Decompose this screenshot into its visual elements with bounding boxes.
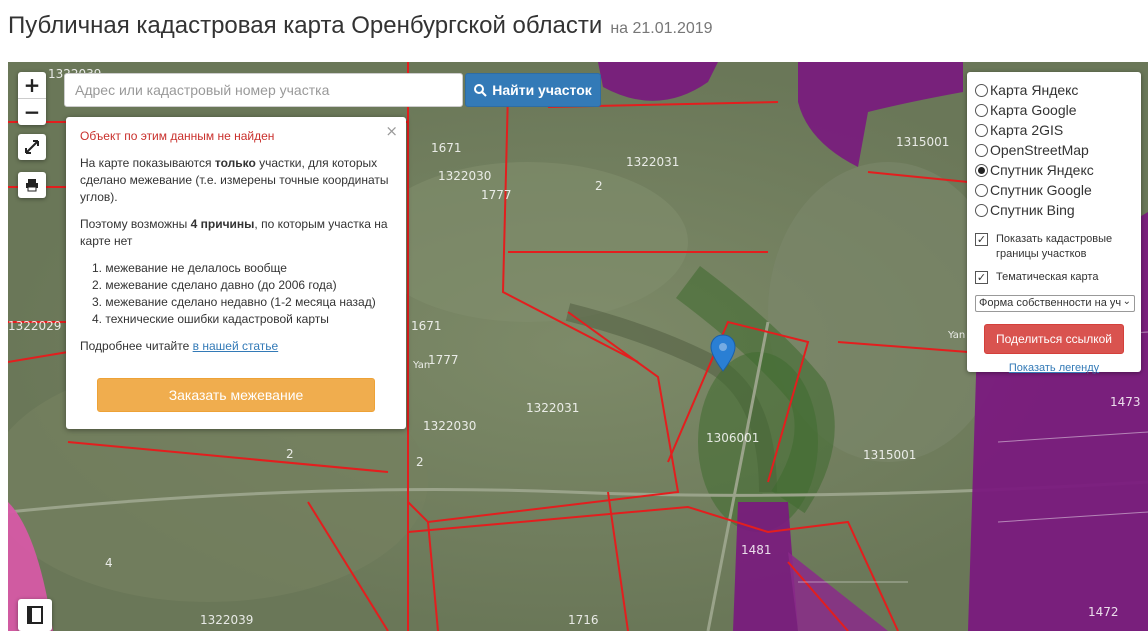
- page-header: Публичная кадастровая карта Оренбургской…: [8, 12, 713, 46]
- article-link[interactable]: в нашей статье: [193, 339, 279, 353]
- layer-option-osm[interactable]: OpenStreetMap: [975, 140, 1133, 160]
- zoom-out-button[interactable]: −: [18, 99, 46, 125]
- layer-label: Спутник Bing: [990, 202, 1075, 218]
- book-icon: [27, 606, 43, 624]
- map-label: 1716: [568, 613, 599, 627]
- page-title: Публичная кадастровая карта Оренбургской…: [8, 12, 603, 39]
- thematic-label: Тематическая карта: [996, 271, 1099, 283]
- list-item: 4. технические ошибки кадастровой карты: [92, 312, 329, 326]
- radio-icon: [975, 143, 988, 157]
- checkbox-checked-icon: ✓: [975, 271, 988, 284]
- order-survey-button[interactable]: Заказать межевание: [97, 378, 375, 412]
- checkbox-checked-icon: ✓: [975, 233, 988, 246]
- map-label: 1322031: [526, 401, 579, 415]
- map-label: 2: [416, 455, 424, 469]
- radio-icon: [975, 183, 988, 197]
- zoom-control: + −: [18, 72, 46, 125]
- map-label: 1322030: [423, 419, 476, 433]
- layer-option-google-satellite[interactable]: Спутник Google: [975, 180, 1133, 200]
- radio-icon: [975, 123, 988, 137]
- layer-option-yandex-satellite[interactable]: Спутник Яндекс: [975, 160, 1133, 180]
- read-more: Подробнее читайте в нашей статье: [80, 338, 392, 355]
- list-item: 2. межевание сделано давно (до 2006 года…: [92, 278, 337, 292]
- search-input[interactable]: Адрес или кадастровый номер участка: [64, 73, 463, 107]
- map-label: 1322030: [438, 169, 491, 183]
- map-label: 1315001: [896, 135, 949, 149]
- error-message: Объект по этим данным не найден: [80, 129, 275, 143]
- fullscreen-button[interactable]: [18, 134, 46, 160]
- popup-paragraph-2: Поэтому возможны 4 причины, по которым у…: [80, 216, 392, 250]
- print-button[interactable]: [18, 172, 46, 198]
- map-label: 4: [105, 556, 113, 570]
- yandex-mark: Yan: [412, 360, 430, 371]
- layer-label: OpenStreetMap: [990, 142, 1089, 158]
- layer-panel: Карта Яндекс Карта Google Карта 2GIS Ope…: [967, 72, 1141, 374]
- find-parcel-button[interactable]: Найти участок: [465, 73, 601, 107]
- map-label: 1671: [431, 141, 462, 155]
- map-label: 1473: [1110, 395, 1141, 409]
- map-label: 1671: [411, 319, 442, 333]
- location-marker[interactable]: [710, 334, 736, 377]
- map-label: 1306001: [706, 431, 759, 445]
- map-book-button[interactable]: [18, 599, 52, 631]
- map-label: 1481: [741, 543, 772, 557]
- layer-option-bing-satellite[interactable]: Спутник Bing: [975, 200, 1133, 220]
- radio-selected-icon: [975, 163, 988, 177]
- select-value: Форма собственности на уч: [979, 297, 1122, 309]
- list-item: 3. межевание сделано недавно (1-2 месяца…: [92, 295, 376, 309]
- map-label: 1472: [1088, 605, 1119, 619]
- layer-label: Карта Яндекс: [990, 82, 1079, 98]
- radio-icon: [975, 103, 988, 117]
- map-label: 1777: [481, 188, 512, 202]
- cadastral-map[interactable]: 1322039 1671 1322030 1777 1322031 2 1315…: [8, 62, 1148, 631]
- zoom-in-button[interactable]: +: [18, 72, 46, 98]
- map-label: 2: [595, 179, 603, 193]
- search-icon: [474, 83, 487, 97]
- show-borders-checkbox[interactable]: ✓ Показать кадастровые границы участков: [975, 232, 1133, 262]
- p2-text: Поэтому возможны: [80, 217, 191, 231]
- page-date: на 21.01.2019: [610, 20, 713, 37]
- layer-label: Спутник Яндекс: [990, 162, 1094, 178]
- show-legend-link[interactable]: Показать легенду: [975, 362, 1133, 374]
- ownership-select[interactable]: Форма собственности на уч ⌄: [975, 295, 1135, 312]
- chevron-down-icon: ⌄: [1122, 296, 1131, 307]
- list-item: 1. межевание не делалось вообще: [92, 261, 287, 275]
- layer-label: Спутник Google: [990, 182, 1092, 198]
- not-found-popup: × Объект по этим данным не найден На кар…: [66, 117, 406, 429]
- popup-paragraph-1: На карте показываются только участки, дл…: [80, 155, 392, 206]
- fullscreen-icon: [25, 140, 39, 154]
- show-borders-label: Показать кадастровые границы участков: [996, 233, 1113, 260]
- layer-label: Карта Google: [990, 102, 1077, 118]
- map-label: 2: [286, 447, 294, 461]
- p2-bold: 4 причины: [190, 217, 255, 231]
- map-label: 1322039: [200, 613, 253, 627]
- layer-label: Карта 2GIS: [990, 122, 1064, 138]
- p1-bold: только: [214, 156, 256, 170]
- thematic-map-checkbox[interactable]: ✓ Тематическая карта: [975, 270, 1133, 285]
- map-pin-icon: [710, 334, 736, 372]
- find-parcel-label: Найти участок: [492, 82, 592, 98]
- map-label: 1322031: [626, 155, 679, 169]
- share-link-button[interactable]: Поделиться ссылкой: [984, 324, 1124, 354]
- yandex-mark: Yan: [947, 330, 965, 341]
- radio-icon: [975, 83, 988, 97]
- close-icon[interactable]: ×: [385, 122, 398, 140]
- map-label: 1322029: [8, 319, 61, 333]
- read-more-text: Подробнее читайте: [80, 339, 193, 353]
- radio-icon: [975, 203, 988, 217]
- layer-option-yandex-map[interactable]: Карта Яндекс: [975, 80, 1133, 100]
- map-label: 1777: [428, 353, 459, 367]
- p1-text: На карте показываются: [80, 156, 215, 170]
- layer-option-google-map[interactable]: Карта Google: [975, 100, 1133, 120]
- map-label: 1315001: [863, 448, 916, 462]
- printer-icon: [26, 179, 38, 192]
- layer-option-2gis-map[interactable]: Карта 2GIS: [975, 120, 1133, 140]
- reasons-list: 1. межевание не делалось вообще 2. межев…: [92, 260, 392, 328]
